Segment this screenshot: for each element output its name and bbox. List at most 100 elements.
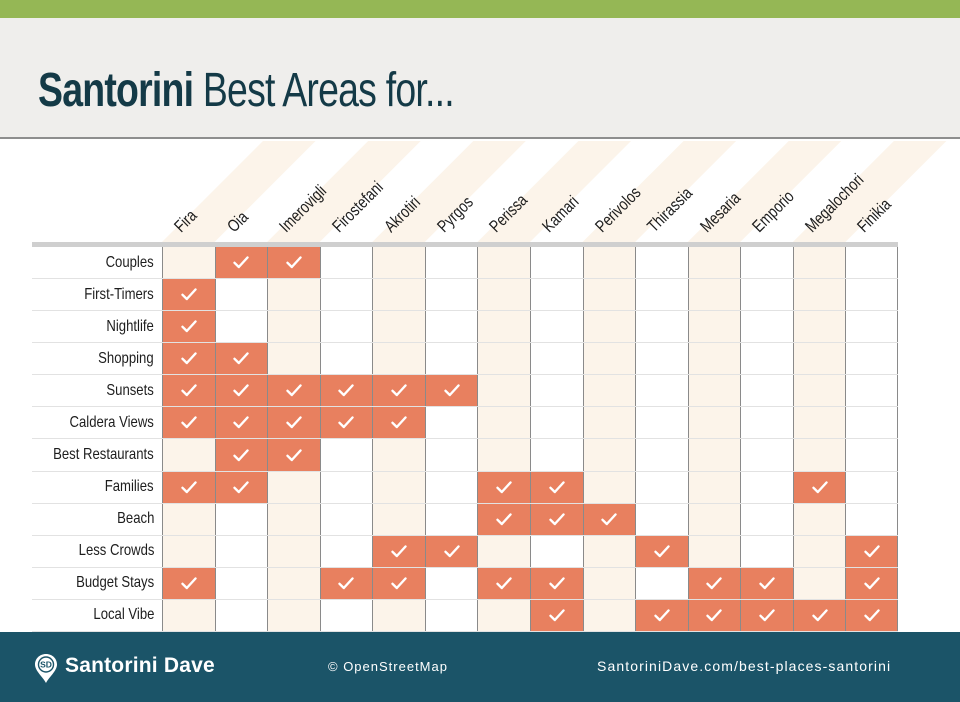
empty-cell	[687, 535, 741, 567]
row-label-text: Nightlife	[106, 317, 154, 335]
checkmark-icon	[391, 416, 407, 429]
checkmark-icon	[233, 384, 250, 397]
checkmark-icon	[233, 256, 250, 269]
checkmark-icon	[759, 577, 775, 590]
empty-cell	[792, 311, 846, 343]
checkmark-icon	[286, 416, 302, 429]
empty-cell	[792, 343, 846, 375]
map-pin-icon: SD	[35, 654, 57, 683]
checkmark-icon	[549, 577, 565, 590]
checkmark-icon	[391, 545, 407, 558]
empty-cell	[635, 503, 688, 535]
checked-cell	[372, 407, 425, 439]
empty-cell	[529, 311, 583, 343]
empty-cell	[477, 407, 530, 439]
empty-cell	[424, 471, 478, 503]
empty-cell	[319, 247, 373, 279]
empty-cell	[687, 311, 741, 343]
empty-cell	[582, 375, 636, 407]
checkmark-icon	[863, 545, 880, 558]
empty-cell	[687, 471, 741, 503]
checkmark-icon	[233, 416, 250, 429]
checked-cell	[267, 247, 320, 279]
logo-initials: SD	[40, 660, 52, 670]
checkmark-icon	[181, 288, 197, 301]
row-label-text: First-Timers	[84, 285, 154, 303]
empty-cell	[687, 343, 741, 375]
empty-cell	[162, 535, 215, 567]
checked-cell	[740, 567, 793, 599]
checked-cell	[162, 407, 215, 439]
checked-cell	[162, 471, 215, 503]
checkmark-icon	[811, 480, 828, 494]
empty-cell	[845, 247, 898, 279]
row-label-text: Couples	[105, 253, 154, 271]
empty-cell	[529, 375, 583, 407]
empty-cell	[792, 535, 846, 567]
empty-cell	[424, 407, 478, 439]
empty-cell	[792, 247, 846, 279]
empty-cell	[214, 567, 268, 599]
empty-cell	[162, 503, 215, 535]
empty-cell	[267, 599, 320, 631]
checkmark-icon	[286, 256, 302, 269]
checkmark-icon	[549, 609, 565, 622]
empty-cell	[319, 343, 373, 375]
checkmark-icon	[338, 577, 355, 590]
matrix-row: Less Crowds	[32, 535, 898, 568]
empty-cell	[319, 599, 373, 631]
empty-cell	[740, 535, 793, 567]
empty-cell	[582, 247, 636, 279]
checked-cell	[372, 535, 425, 567]
empty-cell	[477, 343, 530, 375]
checked-cell	[635, 599, 688, 631]
empty-cell	[582, 567, 636, 599]
empty-cell	[424, 599, 478, 631]
checked-cell	[214, 343, 268, 375]
checked-cell	[740, 599, 793, 631]
brand-name: Santorini Dave	[65, 654, 215, 677]
matrix-row: Best Restaurants	[32, 439, 898, 472]
checked-cell	[372, 375, 425, 407]
empty-cell	[845, 311, 898, 343]
empty-cell	[635, 567, 688, 599]
matrix-row: Local Vibe	[32, 599, 898, 632]
empty-cell	[267, 503, 320, 535]
empty-cell	[687, 279, 741, 311]
checked-cell	[529, 471, 583, 503]
matrix-row: Couples	[32, 247, 898, 280]
empty-cell	[687, 375, 741, 407]
checkmark-icon	[233, 448, 250, 462]
checked-cell	[529, 503, 583, 535]
empty-cell	[792, 407, 846, 439]
empty-cell	[424, 311, 478, 343]
empty-cell	[635, 343, 688, 375]
source-url[interactable]: SantoriniDave.com/best-places-santorini	[597, 658, 891, 674]
empty-cell	[529, 279, 583, 311]
empty-cell	[687, 407, 741, 439]
row-label-text: Local Vibe	[92, 606, 154, 624]
checked-cell	[267, 439, 320, 471]
empty-cell	[319, 311, 373, 343]
empty-cell	[424, 279, 478, 311]
checked-cell	[319, 567, 373, 599]
row-label: First-Timers	[32, 279, 162, 310]
checkmark-icon	[391, 577, 407, 590]
matrix-row: Beach	[32, 503, 898, 536]
checkmark-icon	[181, 480, 197, 494]
empty-cell	[582, 535, 636, 567]
checked-cell	[267, 407, 320, 439]
empty-cell	[529, 535, 583, 567]
empty-cell	[372, 503, 425, 535]
checkmark-icon	[706, 577, 723, 590]
empty-cell	[740, 407, 793, 439]
checkmark-icon	[181, 384, 197, 397]
empty-cell	[687, 503, 741, 535]
checkmark-icon	[811, 609, 828, 622]
checkmark-icon	[233, 352, 250, 365]
empty-cell	[740, 311, 793, 343]
checkmark-icon	[391, 384, 407, 397]
checked-cell	[319, 375, 373, 407]
empty-cell	[424, 247, 478, 279]
checked-cell	[792, 471, 846, 503]
